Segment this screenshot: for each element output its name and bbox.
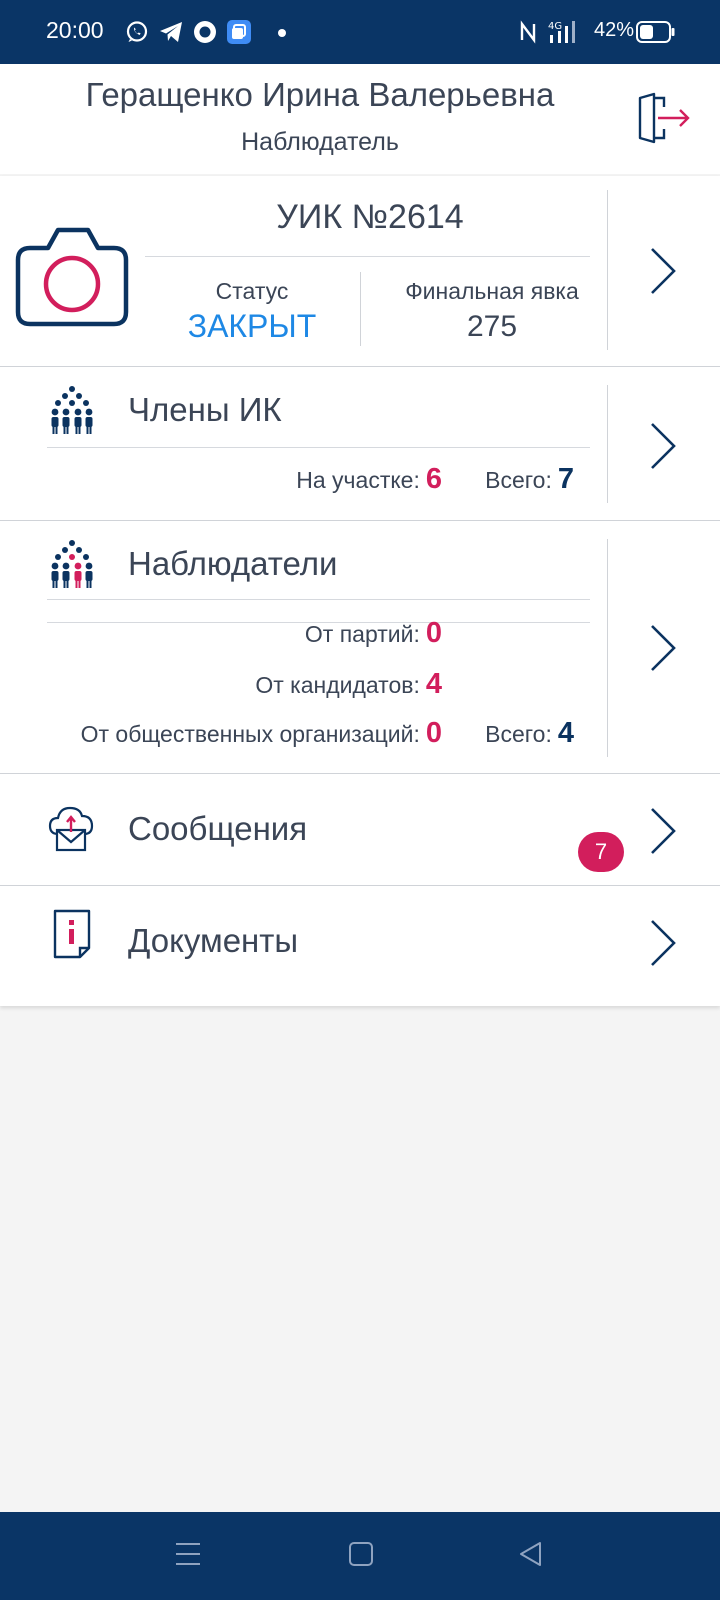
parties-label: От партий: [304, 621, 420, 647]
battery-percent: 42% [594, 19, 635, 41]
user-role: Наблюдатель [241, 128, 399, 156]
orgs-value: 0 [425, 717, 442, 749]
orgs-label: От общественных организаций: [80, 721, 420, 747]
total-label: Всего: [485, 721, 552, 747]
chevron-right-icon[interactable] [649, 421, 677, 471]
telegram-icon [158, 20, 184, 44]
turnout-label: Финальная явка [405, 278, 579, 304]
members-total: Всего: 7 [485, 463, 574, 496]
total-label: Всего: [485, 467, 552, 493]
messages-title: Сообщения [128, 810, 308, 847]
messenger-icon [193, 20, 217, 44]
divider [145, 256, 590, 257]
divider [607, 539, 608, 757]
members-on-site: На участке: 6 [296, 463, 442, 496]
main-card: УИК №2614 Статус ЗАКРЫТ Финальная явка 2… [0, 176, 720, 1006]
observers-section[interactable]: Наблюдатели От партий: 0 От кандидатов: … [0, 521, 720, 774]
camera-icon[interactable] [14, 224, 130, 330]
home-icon[interactable] [348, 1540, 374, 1568]
turnout-value: 275 [466, 310, 518, 343]
observers-title: Наблюдатели [128, 545, 338, 582]
observers-orgs: От общественных организаций: 0 [81, 717, 442, 750]
notification-dot-icon [278, 29, 286, 37]
people-icon [50, 385, 94, 435]
divider [47, 599, 590, 600]
documents-section[interactable]: Документы [0, 886, 720, 1006]
logout-button[interactable] [636, 92, 692, 146]
observers-icon [50, 539, 94, 589]
observers-candidates: От кандидатов: 4 [255, 668, 442, 701]
network-type: 4G [548, 21, 562, 32]
battery-icon [636, 21, 676, 43]
app-header: Геращенко Ирина Валерьевна Наблюдатель [0, 64, 720, 174]
uik-section[interactable]: УИК №2614 Статус ЗАКРЫТ Финальная явка 2… [0, 176, 720, 367]
divider [607, 385, 608, 503]
status-value: ЗАКРЫТ [187, 308, 317, 344]
observers-total: Всего: 4 [485, 717, 574, 750]
on-site-value: 6 [425, 463, 442, 495]
chevron-right-icon[interactable] [649, 806, 677, 856]
uik-title: УИК №2614 [276, 198, 464, 236]
menu-icon[interactable] [174, 1540, 202, 1568]
back-icon[interactable] [518, 1540, 544, 1568]
observers-parties: От партий: 0 [305, 617, 442, 650]
status-bar: 20:00 4G 42% [0, 0, 720, 64]
status-time: 20:00 [46, 17, 104, 43]
documents-title: Документы [128, 922, 299, 959]
chevron-right-icon[interactable] [649, 623, 677, 673]
on-site-label: На участке: [296, 467, 420, 493]
nfc-icon [519, 20, 537, 44]
divider [607, 190, 608, 350]
total-value: 7 [557, 463, 574, 495]
parties-value: 0 [425, 617, 442, 649]
document-info-icon [52, 908, 92, 960]
status-label: Статус [215, 278, 289, 304]
system-nav-bar [0, 1512, 720, 1600]
user-name: Геращенко Ирина Валерьевна [85, 76, 555, 113]
members-title: Члены ИК [128, 391, 282, 428]
logout-icon [638, 92, 690, 144]
divider [47, 447, 590, 448]
candidates-label: От кандидатов: [255, 672, 420, 698]
chevron-right-icon[interactable] [649, 918, 677, 968]
chevron-right-icon[interactable] [649, 246, 677, 296]
app-icon [227, 20, 251, 44]
total-value: 4 [557, 717, 574, 749]
members-section[interactable]: Члены ИК На участке: 6 Всего: 7 [0, 367, 720, 623]
candidates-value: 4 [425, 668, 442, 700]
messages-section[interactable]: Сообщения 7 [0, 774, 720, 886]
messages-count-badge: 7 [578, 832, 624, 872]
cloud-mail-icon [48, 804, 94, 854]
whatsapp-icon [125, 20, 149, 44]
signal-icon: 4G [548, 19, 582, 45]
